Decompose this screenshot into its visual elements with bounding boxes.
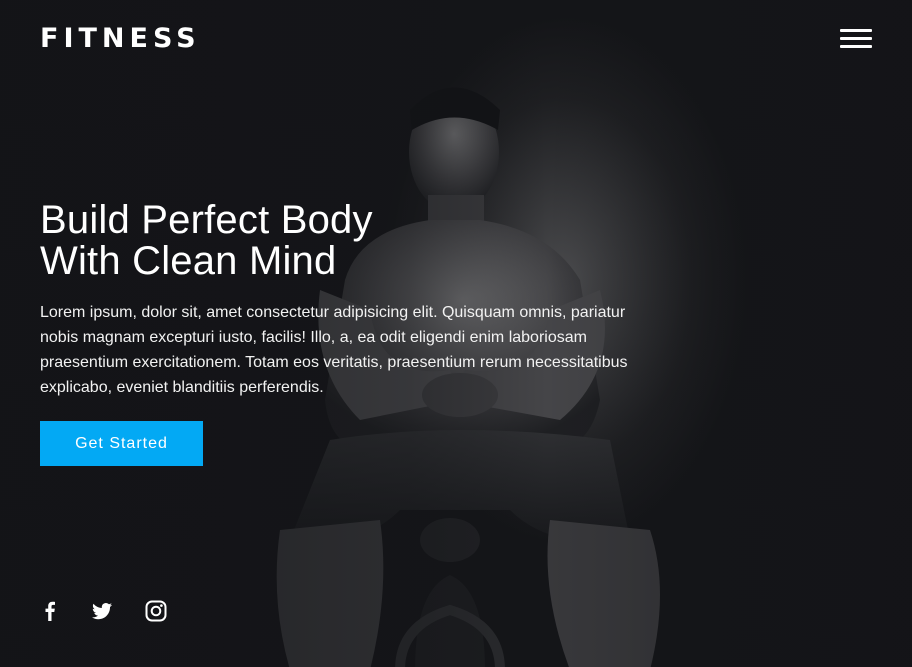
- hero-description: Lorem ipsum, dolor sit, amet consectetur…: [40, 304, 628, 396]
- hero-headline: Build Perfect Body With Clean Mind: [40, 200, 640, 282]
- facebook-icon[interactable]: [40, 599, 60, 623]
- get-started-button[interactable]: Get Started: [40, 421, 203, 466]
- twitter-icon[interactable]: [90, 599, 114, 623]
- hero-section: FITNESS Build Perfect Body With Clean Mi…: [0, 0, 912, 667]
- menu-bar-bottom: [840, 45, 872, 48]
- site-logo[interactable]: FITNESS: [40, 22, 201, 56]
- headline-line-1: Build Perfect Body: [40, 198, 373, 242]
- menu-bar-middle: [840, 37, 872, 40]
- instagram-icon[interactable]: [144, 599, 168, 623]
- navbar: FITNESS: [0, 0, 912, 78]
- social-links: [40, 598, 198, 624]
- hamburger-menu-icon[interactable]: [840, 27, 874, 51]
- headline-line-2: With Clean Mind: [40, 239, 337, 283]
- menu-bar-top: [840, 29, 872, 32]
- hero-content: Build Perfect Body With Clean Mind Lorem…: [40, 200, 640, 466]
